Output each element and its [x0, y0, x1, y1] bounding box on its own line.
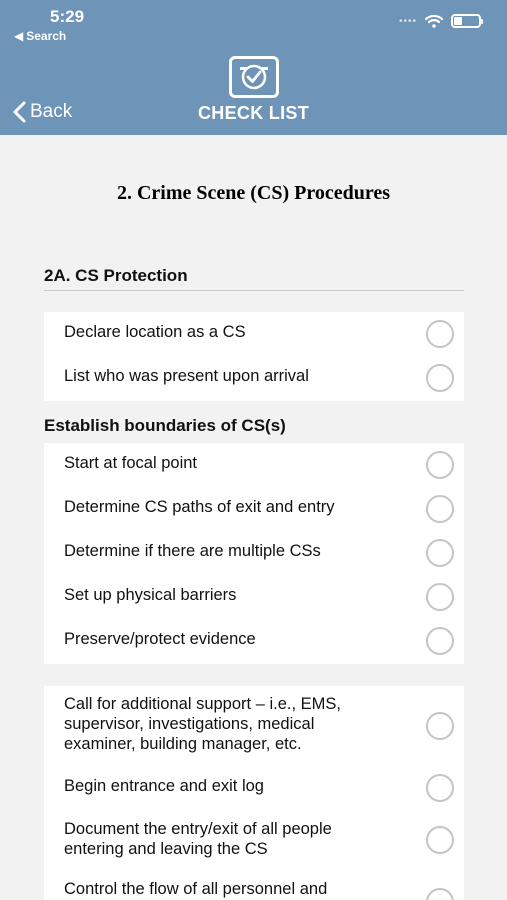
checklist-item-label: Determine CS paths of exit and entry — [64, 498, 335, 516]
group-heading: Establish boundaries of CS(s) — [44, 416, 286, 435]
battery-level — [454, 17, 462, 25]
checklist-item-label: Document the entry/exit of all people en… — [64, 819, 332, 859]
wifi-icon — [425, 14, 443, 28]
checklist-item[interactable]: Declare location as a CS — [44, 312, 464, 356]
checklist-item-label-line: Call for additional support – i.e., EMS, — [64, 695, 341, 713]
checklist-item-label: Control the flow of all personnel and — [64, 880, 328, 898]
status-time: 5:29 — [50, 7, 85, 26]
checklist-card-protection: Declare location as a CS List who was pr… — [44, 312, 464, 401]
checklist-item-label: Call for additional support – i.e., EMS,… — [64, 694, 341, 754]
checklist-item[interactable]: Preserve/protect evidence — [44, 619, 464, 664]
checklist-item[interactable]: Start at focal point — [44, 443, 464, 487]
checklist-radio-button[interactable] — [426, 451, 454, 479]
checklist-radio-button[interactable] — [426, 712, 454, 740]
checklist-item-label: List who was present upon arrival — [64, 367, 309, 385]
battery-icon — [451, 14, 483, 28]
checklist-item-label: Set up physical barriers — [64, 586, 237, 604]
section-title: 2A. CS Protection — [44, 266, 188, 285]
app-header: 5:29 ◀ Search •••• Back CHECK LIST — [0, 0, 507, 135]
checklist-item-label: Preserve/protect evidence — [64, 630, 256, 648]
checklist-item-label: Declare location as a CS — [64, 323, 246, 341]
checklist-radio-button[interactable] — [426, 826, 454, 854]
checklist-radio-button[interactable] — [426, 888, 454, 900]
checklist-radio-button[interactable] — [426, 364, 454, 392]
checklist-radio-button[interactable] — [426, 774, 454, 802]
checklist-item-label-line: entering and leaving the CS — [64, 840, 268, 858]
checklist-item-label-line: examiner, building manager, etc. — [64, 735, 302, 753]
checklist-radio-button[interactable] — [426, 320, 454, 348]
status-back-label: Search — [26, 29, 67, 43]
checklist-radio-button[interactable] — [426, 627, 454, 655]
checklist-logo-icon — [229, 56, 279, 98]
checklist-item[interactable]: Document the entry/exit of all people en… — [44, 808, 464, 870]
checklist-item-label: Begin entrance and exit log — [64, 777, 264, 795]
back-triangle-icon: ◀ — [14, 29, 24, 43]
checklist-card-boundaries: Start at focal point Determine CS paths … — [44, 443, 464, 664]
checklist-item[interactable]: Determine if there are multiple CSs — [44, 531, 464, 575]
checklist-item[interactable]: Call for additional support – i.e., EMS,… — [44, 686, 464, 766]
checklist-item[interactable]: Control the flow of all personnel and — [44, 870, 464, 900]
checklist-item[interactable]: Begin entrance and exit log — [44, 766, 464, 808]
nav-title: CHECK LIST — [198, 103, 309, 123]
checklist-item-label: Determine if there are multiple CSs — [64, 542, 321, 560]
checklist-item[interactable]: List who was present upon arrival — [44, 356, 464, 401]
checklist-item-label-line: supervisor, investigations, medical — [64, 715, 315, 733]
checklist-item[interactable]: Determine CS paths of exit and entry — [44, 487, 464, 531]
section-divider — [44, 290, 464, 291]
page-title: 2. Crime Scene (CS) Procedures — [116, 182, 391, 204]
checklist-item[interactable]: Set up physical barriers — [44, 575, 464, 619]
checklist-card-support: Call for additional support – i.e., EMS,… — [44, 686, 464, 900]
status-indicators: •••• — [398, 14, 483, 28]
checklist-radio-button[interactable] — [426, 583, 454, 611]
checklist-item-label: Start at focal point — [64, 454, 197, 472]
checklist-radio-button[interactable] — [426, 539, 454, 567]
status-back-to-search[interactable]: ◀ Search — [14, 29, 66, 43]
cellular-signal-icon: •••• — [398, 15, 417, 27]
checklist-radio-button[interactable] — [426, 495, 454, 523]
checklist-item-label-line: Document the entry/exit of all people — [64, 820, 332, 838]
